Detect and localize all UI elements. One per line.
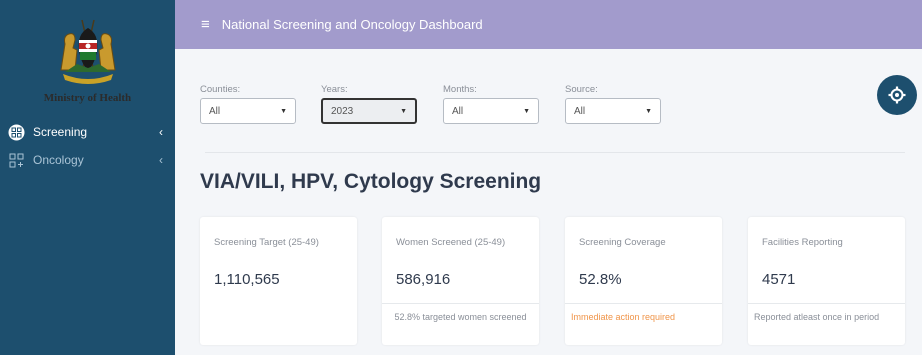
dropdown-arrow-icon: ▼: [280, 107, 287, 115]
card-value: 586,916: [396, 271, 451, 288]
section-title: VIA/VILI, HPV, Cytology Screening: [200, 170, 542, 193]
card-label: Facilities Reporting: [762, 237, 843, 248]
filter-years: Years: 2023 ▼: [321, 84, 417, 124]
filter-label: Months:: [443, 84, 477, 95]
settings-button[interactable]: [877, 75, 917, 115]
sidebar-item-label: Screening: [33, 125, 88, 139]
kpi-card-screening-coverage: Screening Coverage 52.8% Immediate actio…: [565, 217, 722, 345]
card-value: 1,110,565: [214, 271, 280, 288]
counties-select[interactable]: All ▼: [200, 98, 296, 124]
main-content: Counties: All ▼ Years: 2023 ▼ Months: Al…: [175, 49, 922, 355]
card-footer: Immediate action required: [565, 303, 722, 324]
card-label: Women Screened (25-49): [396, 237, 506, 248]
filter-label: Counties:: [200, 84, 241, 95]
page-title: National Screening and Oncology Dashboar…: [221, 17, 483, 32]
coat-of-arms-logo: [0, 14, 175, 86]
filter-counties: Counties: All ▼: [200, 84, 296, 124]
sidebar-item-oncology[interactable]: Oncology ‹: [0, 148, 175, 172]
kpi-card-women-screened: Women Screened (25-49) 586,916 52.8% tar…: [382, 217, 539, 345]
grid-icon: [7, 151, 25, 169]
gear-icon: [888, 86, 906, 104]
menu-icon[interactable]: ≡: [201, 16, 210, 33]
card-label: Screening Coverage: [579, 237, 666, 248]
select-value: All: [209, 105, 221, 117]
dropdown-arrow-icon: ▼: [523, 107, 530, 115]
filter-label: Source:: [565, 84, 598, 95]
card-value: 52.8%: [579, 271, 622, 288]
card-value: 4571: [762, 271, 796, 288]
grid-circle-icon: [7, 123, 25, 141]
top-bar: ≡ National Screening and Oncology Dashbo…: [175, 0, 922, 49]
filter-source: Source: All ▼: [565, 84, 661, 124]
chevron-left-icon: ‹: [159, 153, 163, 167]
card-label: Screening Target (25-49): [214, 237, 319, 248]
dropdown-arrow-icon: ▼: [645, 107, 652, 115]
dropdown-arrow-icon: ▼: [400, 107, 407, 115]
card-footer: 52.8% targeted women screened: [382, 303, 539, 324]
sidebar-item-screening[interactable]: Screening ‹: [0, 120, 175, 144]
kpi-card-screening-target: Screening Target (25-49) 1,110,565: [200, 217, 357, 345]
card-footer: Reported atleast once in period: [748, 303, 905, 324]
kpi-card-facilities-reporting: Facilities Reporting 4571 Reported atlea…: [748, 217, 905, 345]
select-value: 2023: [331, 105, 354, 117]
years-select[interactable]: 2023 ▼: [321, 98, 417, 124]
sidebar: Ministry of Health Screening ‹ Oncology: [0, 0, 175, 355]
sidebar-item-label: Oncology: [33, 153, 84, 167]
filter-months: Months: All ▼: [443, 84, 539, 124]
divider: [205, 152, 905, 153]
months-select[interactable]: All ▼: [443, 98, 539, 124]
filter-label: Years:: [321, 84, 348, 95]
caret-down-icon: [884, 0, 908, 12]
select-value: All: [452, 105, 464, 117]
source-select[interactable]: All ▼: [565, 98, 661, 124]
chevron-left-icon: ‹: [159, 125, 163, 139]
ministry-name: Ministry of Health: [43, 92, 132, 104]
select-value: All: [574, 105, 586, 117]
